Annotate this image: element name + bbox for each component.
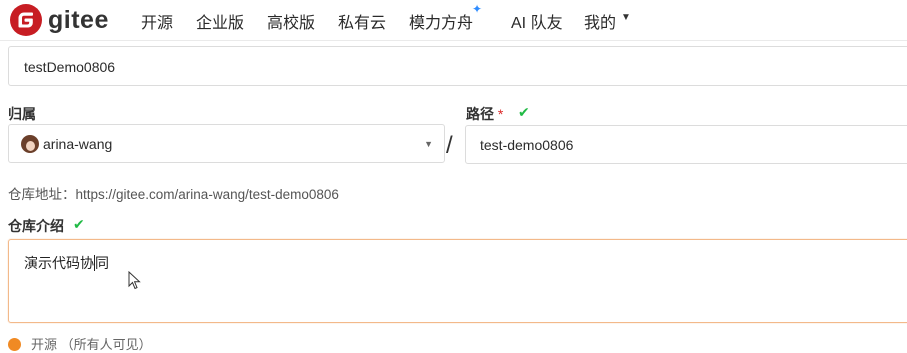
nav-item-enterprise[interactable]: 企业版 <box>196 9 244 33</box>
description-label: 仓库介绍 <box>8 218 64 234</box>
navbar-divider <box>0 40 907 41</box>
chevron-down-icon: ▼ <box>424 139 433 149</box>
nav-item-mine[interactable]: 我的 <box>584 9 616 33</box>
sparkle-icon: ✦ <box>472 2 483 16</box>
repo-name-value: testDemo0806 <box>24 59 116 75</box>
path-label: 路径 * <box>466 104 503 124</box>
brand-name: gitee <box>48 5 109 34</box>
nav-item-education[interactable]: 高校版 <box>267 9 315 33</box>
mouse-pointer-icon <box>128 271 141 290</box>
gitee-logo-icon <box>10 4 42 36</box>
description-text-part1: 演示代码协 <box>24 255 94 271</box>
check-icon: ✔ <box>73 216 85 232</box>
radio-selected-icon <box>8 338 21 351</box>
path-value: test-demo0806 <box>480 137 574 153</box>
description-value: 演示代码协同 <box>24 253 109 273</box>
path-label-text: 路径 <box>466 106 494 122</box>
owner-select[interactable]: arina-wang ▼ <box>8 124 445 163</box>
mine-dropdown-icon: ▼ <box>621 12 631 23</box>
brand-logo[interactable]: gitee <box>10 4 109 36</box>
nav-item-moli-fangzhou[interactable]: 模力方舟 <box>409 9 473 33</box>
nav-item-open-source[interactable]: 开源 <box>141 9 173 33</box>
repo-url-hint: 仓库地址：https://gitee.com/arina-wang/test-d… <box>8 187 339 202</box>
description-text-part2: 同 <box>95 255 109 271</box>
description-textarea[interactable]: 演示代码协同 <box>8 239 907 323</box>
path-input[interactable]: test-demo0806 <box>465 125 907 164</box>
repo-name-input[interactable]: testDemo0806 <box>8 46 907 86</box>
visibility-option-open-source[interactable]: 开源 （所有人可见） <box>8 334 152 353</box>
check-icon: ✔ <box>518 104 530 120</box>
nav-item-ai-teammate[interactable]: AI 队友 <box>511 9 563 33</box>
nav-item-private-cloud[interactable]: 私有云 <box>338 9 386 33</box>
avatar <box>21 135 39 153</box>
owner-value: arina-wang <box>43 136 113 152</box>
required-marker: * <box>497 106 504 122</box>
path-separator: / <box>446 132 453 159</box>
owner-label: 归属 <box>8 106 36 122</box>
top-navbar: gitee 开源 企业版 高校版 私有云 模力方舟 ✦ AI 队友 我的 ▼ <box>0 0 907 40</box>
visibility-label: 开源 （所有人可见） <box>31 337 152 352</box>
